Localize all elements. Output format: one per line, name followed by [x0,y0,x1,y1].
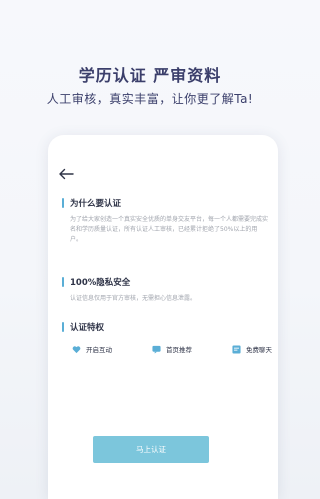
section-accent-bar [62,277,64,287]
chat-icon [232,344,241,354]
section-privileges: 认证特权 [62,321,268,333]
privilege-label: 免费聊天 [246,346,272,354]
privilege-label: 首页推荐 [166,346,192,354]
section-title: 100%隐私安全 [70,278,131,288]
phone-screen: 为什么要认证 为了给大家创造一个真实安全优质的单身交友平台，每一个人都需要完成实… [48,135,278,499]
privilege-item-chat[interactable]: 免费聊天 [232,344,272,354]
section-title: 认证特权 [70,323,105,333]
privilege-item-interaction[interactable]: 开启互动 [72,344,112,354]
section-accent-bar [62,322,64,332]
back-button[interactable] [57,165,75,183]
heart-icon [72,345,81,353]
recommend-icon [152,345,161,354]
promo-subline: 人工审核，真实丰富，让你更了解Ta! [46,92,254,106]
privilege-label: 开启互动 [86,346,112,354]
privilege-list: 开启互动 首页推荐 免费聊天 [72,344,272,354]
section-why-verify: 为什么要认证 为了给大家创造一个真实安全优质的单身交友平台，每一个人都需要完成实… [62,197,268,245]
arrow-left-icon [59,168,74,180]
section-accent-bar [62,198,64,208]
section-desc: 认证信息仅用于官方审核，无需担心信息泄露。 [70,295,197,302]
verify-now-button[interactable]: 马上认证 [93,436,209,463]
privilege-item-recommend[interactable]: 首页推荐 [152,344,192,354]
section-title: 为什么要认证 [70,199,122,209]
section-privacy: 100%隐私安全 认证信息仅用于官方审核，无需担心信息泄露。 [62,276,268,304]
section-desc: 为了给大家创造一个真实安全优质的单身交友平台，每一个人都需要完成实名和学历质量认… [70,216,269,243]
promo-headline: 学历认证 严审资料 [78,66,222,85]
